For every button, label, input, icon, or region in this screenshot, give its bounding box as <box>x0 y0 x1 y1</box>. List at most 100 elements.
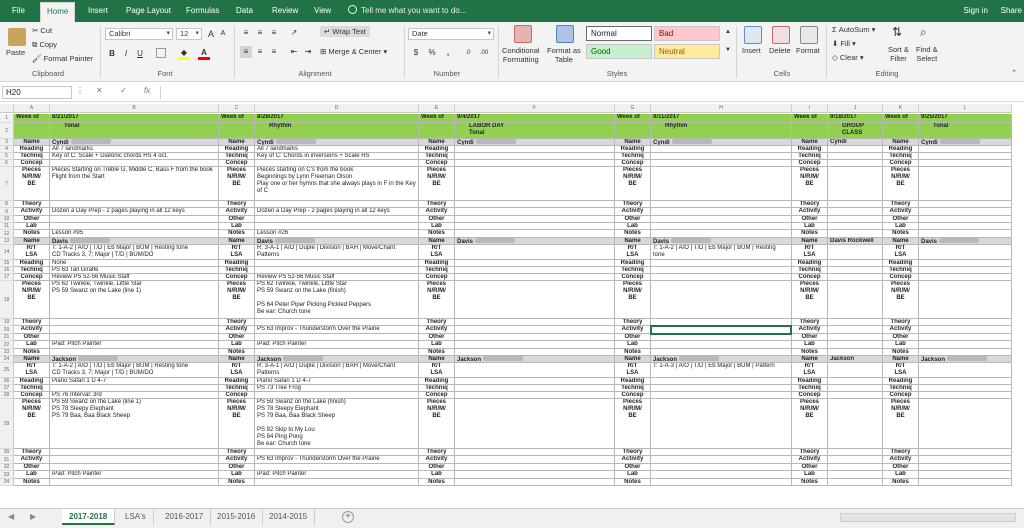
autosum-button[interactable]: Σ AutoSum ▾ <box>832 25 875 34</box>
collapse-ribbon-icon[interactable]: ⌃ <box>1008 68 1020 80</box>
row-header[interactable]: 17 <box>0 274 14 281</box>
lesson-cell[interactable] <box>651 160 792 167</box>
lesson-cell[interactable] <box>455 274 615 281</box>
student-name-cell[interactable]: Cyndi <box>455 139 615 146</box>
lesson-cell[interactable] <box>651 201 792 208</box>
lesson-cell[interactable] <box>455 334 615 341</box>
lesson-cell[interactable] <box>651 208 792 216</box>
lesson-cell[interactable] <box>919 216 1012 223</box>
conditional-formatting-button[interactable]: Conditional Formatting <box>502 46 540 64</box>
row-label[interactable]: Name <box>615 139 651 146</box>
lesson-cell[interactable] <box>828 201 883 208</box>
bold-button[interactable]: B <box>106 48 118 60</box>
lesson-cell[interactable]: T: 1-A-2 | A/O | T/D | Eb Major | BUM | … <box>50 363 219 378</box>
row-label[interactable]: Pieces N/R/M/ BE <box>14 399 50 449</box>
lesson-cell[interactable] <box>651 230 792 238</box>
row-label[interactable]: Other <box>419 464 455 471</box>
lesson-cell[interactable] <box>455 223 615 230</box>
row-label[interactable]: Other <box>419 334 455 341</box>
row-label[interactable]: Techniq <box>219 153 255 160</box>
row-label[interactable]: Concep <box>792 160 828 167</box>
row-label[interactable]: Theory <box>14 449 50 456</box>
lesson-cell[interactable] <box>828 341 883 349</box>
lesson-cell[interactable]: PS 63 Tall Giraffe <box>50 267 219 274</box>
lesson-cell[interactable] <box>651 281 792 319</box>
lesson-cell[interactable] <box>651 341 792 349</box>
tab-view[interactable]: View <box>308 0 337 22</box>
lesson-cell[interactable] <box>455 326 615 334</box>
row-label[interactable]: Activity <box>792 456 828 464</box>
column-header[interactable]: F <box>455 104 615 113</box>
lesson-cell[interactable] <box>455 167 615 201</box>
row-header[interactable]: 26 <box>0 378 14 385</box>
lesson-cell[interactable] <box>651 167 792 201</box>
lesson-cell[interactable] <box>50 216 219 223</box>
column-header[interactable]: J <box>828 104 883 113</box>
tab-insert[interactable]: Insert <box>82 0 114 22</box>
week-date[interactable]: 9/25/2017 <box>919 114 1012 123</box>
row-label[interactable]: Notes <box>419 349 455 356</box>
row-label[interactable]: Theory <box>419 319 455 326</box>
row-label[interactable]: Activity <box>615 456 651 464</box>
align-right-icon[interactable]: ≡ <box>268 46 280 58</box>
row-label[interactable]: Concep <box>615 392 651 399</box>
row-label[interactable]: Other <box>419 216 455 223</box>
sort-filter-button[interactable]: Sort & Filter <box>888 45 909 63</box>
lesson-cell[interactable]: Key of C: Scale + Diatonic chords HS 4 o… <box>50 153 219 160</box>
lesson-cell[interactable] <box>50 479 219 486</box>
row-label[interactable]: Other <box>14 216 50 223</box>
lesson-cell[interactable] <box>455 267 615 274</box>
row-label[interactable]: Lab <box>419 223 455 230</box>
row-label[interactable]: Lab <box>219 341 255 349</box>
row-header[interactable]: 32 <box>0 464 14 471</box>
row-label[interactable]: Activity <box>792 326 828 334</box>
format-button[interactable]: Format <box>796 46 820 55</box>
row-header[interactable]: 16 <box>0 267 14 274</box>
row-label[interactable]: Reading <box>419 260 455 267</box>
lesson-cell[interactable] <box>455 392 615 399</box>
lesson-cell[interactable] <box>919 334 1012 341</box>
row-label[interactable]: Notes <box>615 230 651 238</box>
week-label-blank[interactable] <box>219 123 255 139</box>
lesson-cell[interactable] <box>828 216 883 223</box>
lesson-cell[interactable] <box>455 456 615 464</box>
lesson-cell[interactable] <box>50 326 219 334</box>
week-label-blank[interactable] <box>14 123 50 139</box>
lesson-cell[interactable] <box>50 223 219 230</box>
lesson-cell[interactable]: PS 62 Twinkle, Twinkle, Little Star PS 5… <box>50 281 219 319</box>
row-label[interactable]: Pieces N/R/M/ BE <box>883 281 919 319</box>
lesson-cell[interactable] <box>919 392 1012 399</box>
underline-button[interactable]: U <box>134 48 146 60</box>
align-center-icon[interactable]: ≡ <box>254 46 266 58</box>
row-label[interactable]: Other <box>615 216 651 223</box>
row-label[interactable]: Concep <box>419 392 455 399</box>
row-label[interactable]: Theory <box>14 319 50 326</box>
row-label[interactable]: Other <box>14 334 50 341</box>
lesson-cell[interactable] <box>919 267 1012 274</box>
row-label[interactable]: Other <box>792 334 828 341</box>
row-label[interactable]: Reading <box>419 146 455 153</box>
week-topic[interactable]: Rhythm <box>255 123 419 139</box>
lesson-cell[interactable] <box>651 326 792 334</box>
row-header[interactable]: 5 <box>0 153 14 160</box>
lesson-cell[interactable] <box>255 267 419 274</box>
row-label[interactable]: Notes <box>219 479 255 486</box>
row-label[interactable]: Lab <box>883 471 919 479</box>
lesson-cell[interactable]: PS 59 Swanz on the Lake (finish) PS 78 S… <box>255 399 419 449</box>
row-header[interactable]: 25 <box>0 363 14 378</box>
row-label[interactable]: R/T LSA <box>419 245 455 260</box>
row-label[interactable]: Pieces N/R/M/ BE <box>14 167 50 201</box>
row-label[interactable]: Activity <box>883 208 919 216</box>
week-topic[interactable]: Tonal <box>919 123 1012 139</box>
row-label[interactable]: Lab <box>792 471 828 479</box>
column-header[interactable]: L <box>919 104 1012 113</box>
lesson-cell[interactable] <box>828 363 883 378</box>
row-label[interactable]: Lab <box>219 223 255 230</box>
row-label[interactable]: Notes <box>14 479 50 486</box>
lesson-cell[interactable] <box>828 153 883 160</box>
row-label[interactable]: Pieces N/R/M/ BE <box>419 281 455 319</box>
row-label[interactable]: Name <box>792 139 828 146</box>
row-label[interactable]: Theory <box>219 449 255 456</box>
lesson-cell[interactable] <box>255 201 419 208</box>
lesson-cell[interactable] <box>919 385 1012 392</box>
